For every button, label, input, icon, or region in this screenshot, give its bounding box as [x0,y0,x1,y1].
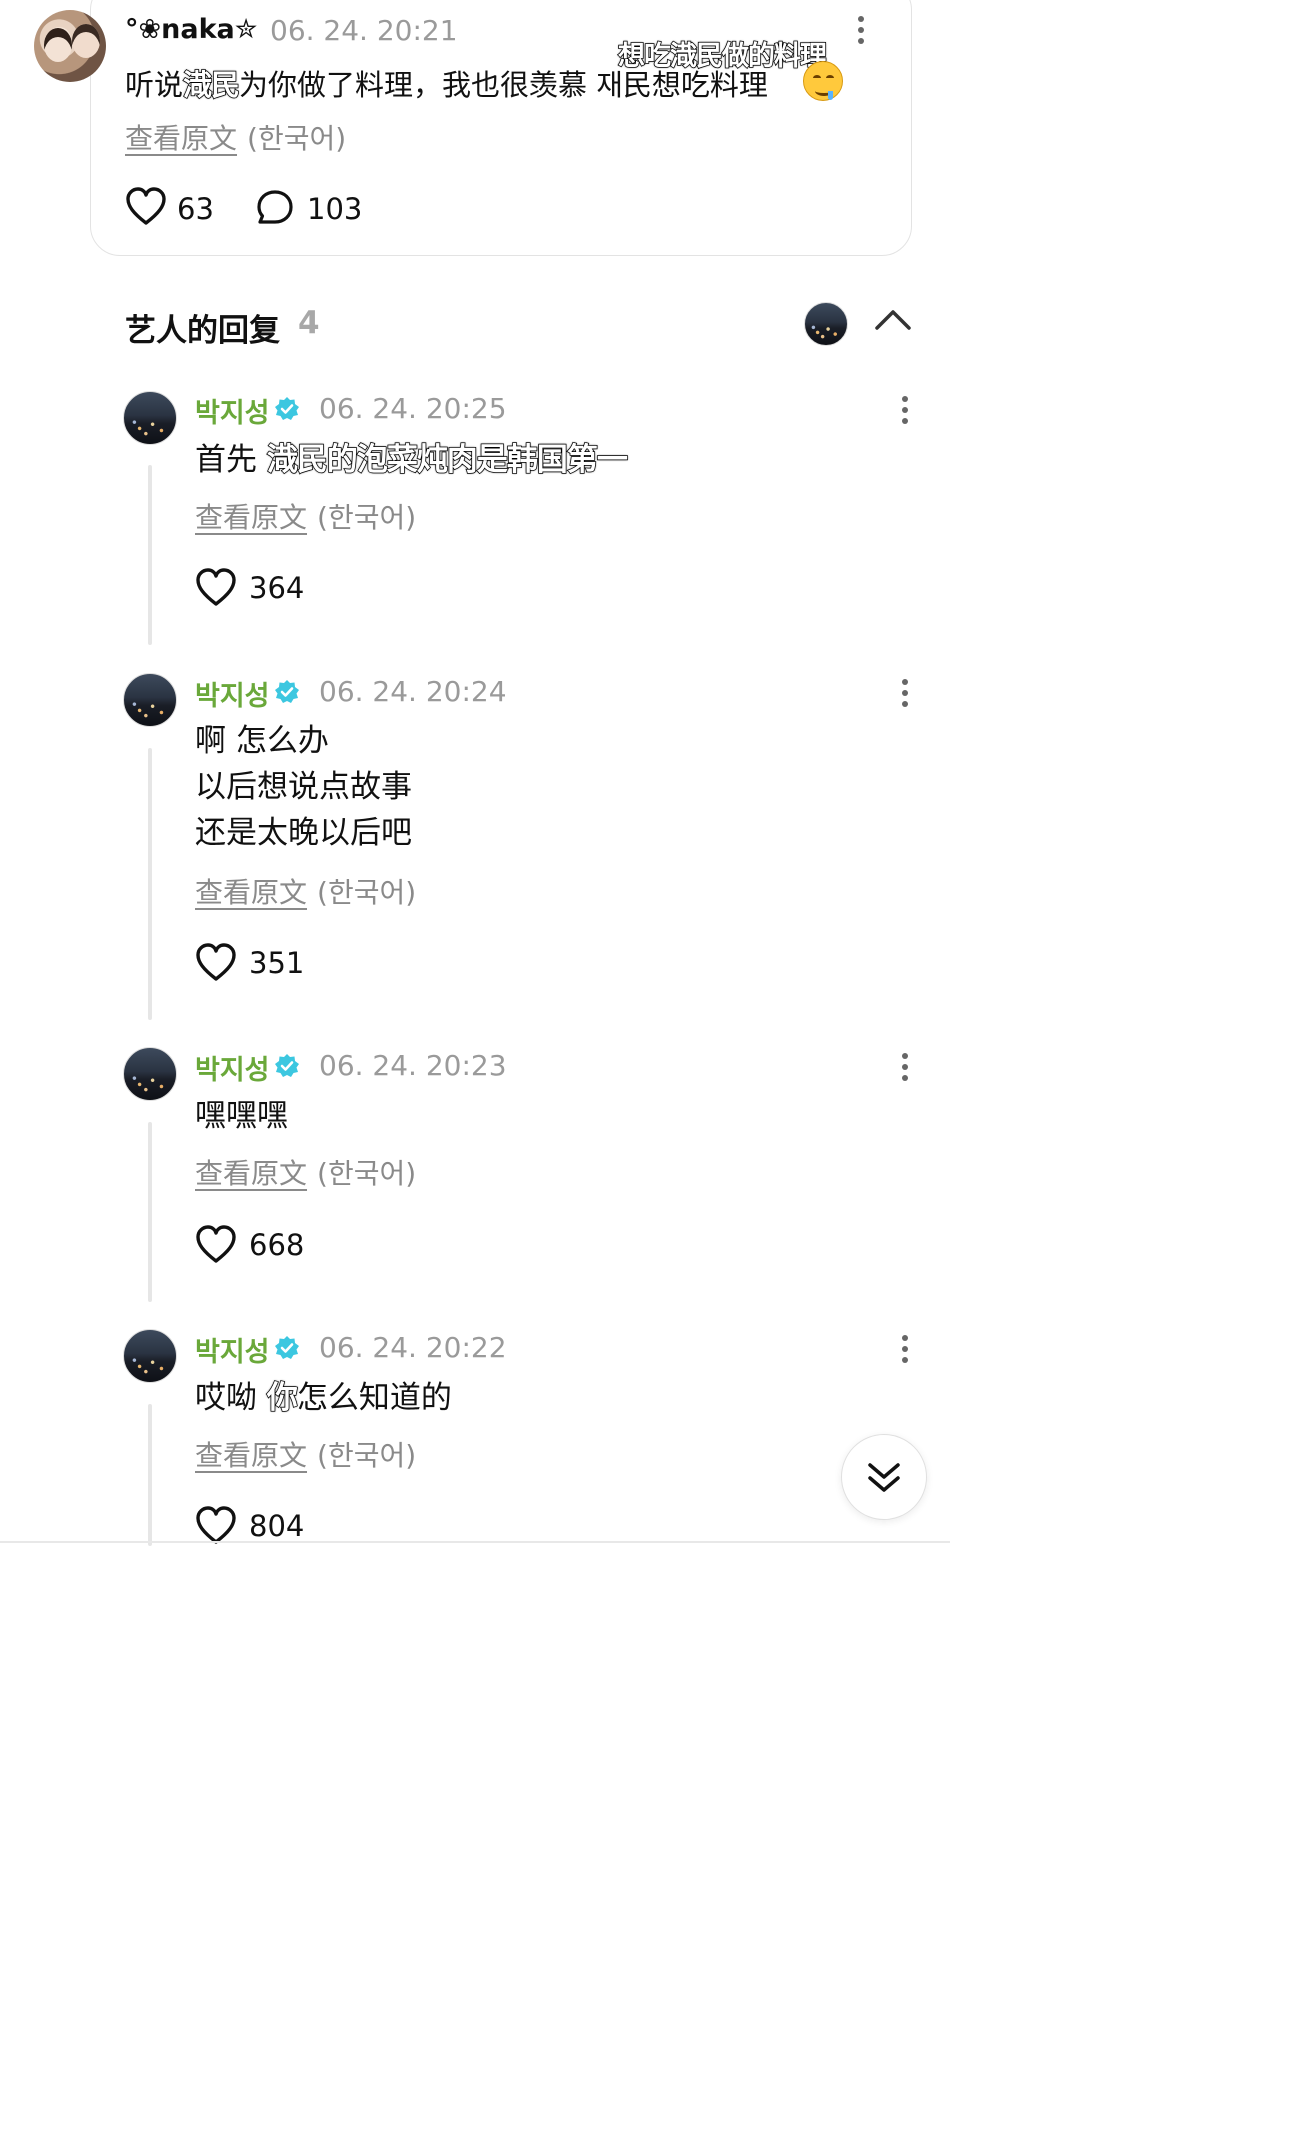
reply-author-avatar[interactable] [123,1329,177,1383]
reply-view-original-link[interactable]: 查看原文 [195,501,307,534]
reply-timestamp: 06. 24. 20:23 [319,1049,507,1082]
post-view-original-link[interactable]: 查看原文 [125,122,237,155]
reply-view-original-link[interactable]: 查看原文 [195,876,307,909]
reply-translate-row: 查看原文 (한국어) [195,496,416,536]
verified-badge-icon [274,396,300,426]
verified-badge-icon [274,679,300,709]
reply-like-count: 668 [249,1228,305,1262]
post-text-highlight: 渽民 [182,67,241,103]
reply-text: 首先 渽民的泡菜炖肉是韩国第一 [195,437,629,483]
thread-line [148,748,152,1020]
chevron-up-icon[interactable] [873,306,913,336]
post-author-name[interactable]: °❀naka✮ [125,14,257,45]
reply-like-count: 364 [249,571,305,605]
post-timestamp: 06. 24. 20:21 [270,14,458,47]
reply-translate-row: 查看原文 (한국어) [195,1434,416,1474]
reply-author-avatar[interactable] [123,1047,177,1101]
reply-translate-row: 查看原文 (한국어) [195,1152,416,1192]
reply-author-avatar[interactable] [123,391,177,445]
reply-author-name[interactable]: 박지성 [195,674,270,713]
reply-timestamp: 06. 24. 20:22 [319,1331,507,1364]
thread-line [148,1404,152,1546]
reply-text-line: 啊 怎么办 [195,723,329,759]
post-comment-count: 103 [307,192,363,226]
reply-like-heart-icon[interactable] [195,1506,237,1546]
post-more-menu-icon[interactable] [856,16,866,44]
artist-replies-title: 艺人的回复 [125,313,280,349]
reply-text: 嘿嘿嘿 [195,1098,288,1134]
reply-caption-text: 渽民的泡菜炖肉是韩国第一 [266,441,629,479]
reply-timestamp: 06. 24. 20:24 [319,675,507,708]
reply-original-language: (한국어) [317,1157,417,1190]
reply-text-plain: 首先 [195,442,267,478]
reply-author-name[interactable]: 박지성 [195,1330,270,1369]
reply-like-count: 351 [249,946,305,980]
reply-text-prefix: 哎呦 [195,1380,267,1416]
reply-more-menu-icon[interactable] [900,679,910,707]
double-chevron-down-icon [868,1463,900,1492]
verified-badge-icon [274,1053,300,1083]
scroll-to-bottom-button[interactable] [841,1434,927,1520]
reply-text: 哎呦 你怎么知道的 [195,1375,452,1421]
reply-author-avatar[interactable] [123,673,177,727]
post-like-heart-icon[interactable] [125,187,167,227]
reply-original-language: (한국어) [317,1439,417,1472]
reply-author-name[interactable]: 박지성 [195,1048,270,1087]
reply-text-line: 还是太晚以后吧 [195,815,412,851]
reply-caption-text: 你 [266,1379,299,1417]
reply-more-menu-icon[interactable] [900,1053,910,1081]
overlay-caption: 想吃渽民做的料理 [617,40,828,73]
reply-original-language: (한국어) [317,876,417,909]
reply-more-menu-icon[interactable] [900,1335,910,1363]
verified-badge-icon [274,1335,300,1365]
bottom-divider [0,1541,950,1543]
post-like-count: 63 [177,192,214,226]
reply-like-count: 804 [249,1509,305,1543]
reply-like-heart-icon[interactable] [195,568,237,608]
post-comment-speech-bubble-icon[interactable] [256,189,294,227]
reply-translate-row: 查看原文 (한국어) [195,871,416,911]
post-text-suffix: 为你做了料理，我也很羡慕 재民想吃料理 [239,68,768,102]
reply-original-language: (한국어) [317,501,417,534]
post-author-avatar[interactable] [34,10,106,82]
post-translate-row: 查看原文 (한국어) [125,117,346,157]
reply-text-suffix: 怎么知道的 [296,1380,452,1416]
reply-view-original-link[interactable]: 查看原文 [195,1157,307,1190]
reply-view-original-link[interactable]: 查看原文 [195,1439,307,1472]
post-text-prefix: 听说 [125,68,184,102]
reply-text-line: 以后想说点故事 [195,769,412,805]
post-original-language: (한국어) [247,122,347,155]
thread-line [148,465,152,645]
thread-line [148,1122,152,1302]
reply-timestamp: 06. 24. 20:25 [319,392,507,425]
reply-more-menu-icon[interactable] [900,396,910,424]
artist-replies-count: 4 [298,305,320,341]
reply-like-heart-icon[interactable] [195,943,237,983]
drooling-face-emoji-icon [803,61,843,101]
reply-like-heart-icon[interactable] [195,1225,237,1265]
artist-avatar[interactable] [804,302,848,346]
reply-author-name[interactable]: 박지성 [195,391,270,430]
